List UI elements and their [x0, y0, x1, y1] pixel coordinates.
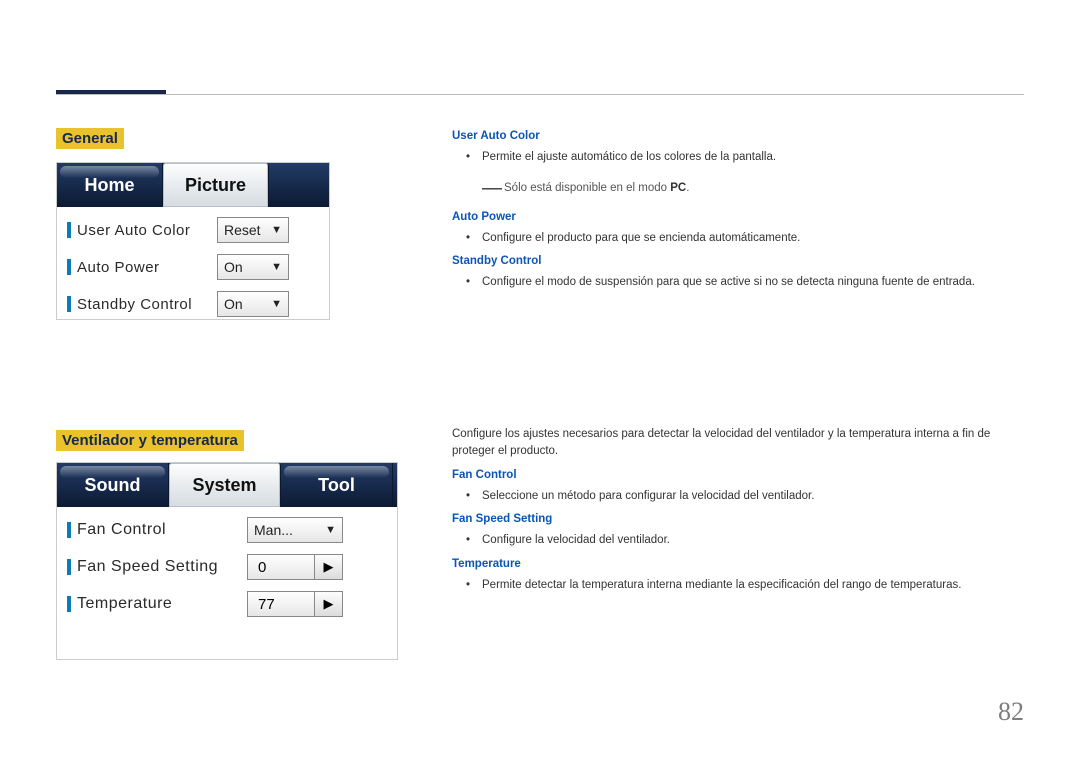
tick-icon	[67, 296, 71, 312]
row-label: Standby Control	[67, 296, 217, 313]
heading-standby-control: Standby Control	[452, 253, 1024, 270]
row-label: Temperature	[67, 595, 247, 613]
page-number: 82	[998, 697, 1024, 727]
tick-icon	[67, 222, 71, 238]
desc-user-auto-color: Permite el ajuste automático de los colo…	[472, 149, 1024, 166]
label-text: Fan Control	[77, 521, 166, 539]
row-standby-control: Standby Control On ▼	[67, 287, 319, 321]
row-label: Fan Speed Setting	[67, 558, 247, 576]
tabs-general: Home Picture	[57, 163, 329, 207]
desc-auto-power: Configure el producto para que se encien…	[472, 230, 1024, 247]
spinner-value: 77	[248, 592, 314, 616]
chevron-down-icon: ▼	[325, 524, 336, 536]
heading-temperature: Temperature	[452, 556, 1024, 573]
screenshot-fan: Sound System Tool Fan Control Man... ▼ Fa…	[56, 462, 398, 660]
dropdown-value: On	[224, 296, 243, 312]
section-heading-general: General	[56, 128, 124, 149]
tick-icon	[67, 596, 71, 612]
tick-icon	[67, 259, 71, 275]
chevron-down-icon: ▼	[271, 224, 282, 236]
note-pc-only: ―Sólo está disponible en el modo PC.	[452, 173, 1024, 203]
spinner-fan-speed[interactable]: 0 ▶	[247, 554, 343, 580]
row-user-auto-color: User Auto Color Reset ▼	[67, 213, 319, 247]
label-text: Fan Speed Setting	[77, 558, 218, 576]
heading-fan-speed: Fan Speed Setting	[452, 511, 1024, 528]
row-fan-control: Fan Control Man... ▼	[67, 513, 387, 547]
label-text: Auto Power	[77, 259, 160, 276]
dropdown-user-auto-color[interactable]: Reset ▼	[217, 217, 289, 243]
dash-icon: ―	[482, 177, 502, 199]
label-text: User Auto Color	[77, 222, 190, 239]
dropdown-standby-control[interactable]: On ▼	[217, 291, 289, 317]
label-text: Temperature	[77, 595, 172, 613]
note-pc: PC	[670, 182, 686, 194]
dropdown-fan-control[interactable]: Man... ▼	[247, 517, 343, 543]
row-label: User Auto Color	[67, 222, 217, 239]
dropdown-value: Reset	[224, 222, 261, 238]
note-text: Sólo está disponible en el modo	[504, 182, 670, 194]
desc-fan-speed: Configure la velocidad del ventilador.	[472, 532, 1024, 549]
tick-icon	[67, 522, 71, 538]
row-temperature: Temperature 77 ▶	[67, 587, 387, 621]
header-rule-light	[56, 94, 1024, 95]
spinner-step-button[interactable]: ▶	[314, 592, 342, 616]
fan-intro: Configure los ajustes necesarios para de…	[452, 426, 1024, 461]
tab-sound[interactable]: Sound	[57, 463, 169, 507]
row-auto-power: Auto Power On ▼	[67, 250, 319, 284]
heading-user-auto-color: User Auto Color	[452, 128, 1024, 145]
spinner-temperature[interactable]: 77 ▶	[247, 591, 343, 617]
tab-system[interactable]: System	[169, 463, 281, 507]
row-label: Fan Control	[67, 521, 247, 539]
tab-picture[interactable]: Picture	[163, 163, 269, 207]
tick-icon	[67, 559, 71, 575]
spinner-value: 0	[248, 555, 314, 579]
dropdown-value: Man...	[254, 522, 293, 538]
dropdown-auto-power[interactable]: On ▼	[217, 254, 289, 280]
desc-temperature: Permite detectar la temperatura interna …	[472, 577, 1024, 594]
row-fan-speed-setting: Fan Speed Setting 0 ▶	[67, 550, 387, 584]
screenshot-general: Home Picture User Auto Color Reset ▼ Auto…	[56, 162, 330, 320]
spinner-step-button[interactable]: ▶	[314, 555, 342, 579]
dropdown-value: On	[224, 259, 243, 275]
row-label: Auto Power	[67, 259, 217, 276]
chevron-down-icon: ▼	[271, 261, 282, 273]
label-text: Standby Control	[77, 296, 192, 313]
desc-standby-control: Configure el modo de suspensión para que…	[472, 274, 1024, 291]
tab-tool[interactable]: Tool	[281, 463, 393, 507]
section-heading-fan: Ventilador y temperatura	[56, 430, 244, 451]
fan-text: Configure los ajustes necesarios para de…	[452, 426, 1024, 600]
heading-fan-control: Fan Control	[452, 467, 1024, 484]
tabs-fan: Sound System Tool	[57, 463, 397, 507]
heading-auto-power: Auto Power	[452, 209, 1024, 226]
note-suffix: .	[686, 182, 689, 194]
chevron-down-icon: ▼	[271, 298, 282, 310]
tab-home[interactable]: Home	[57, 163, 163, 207]
general-text: User Auto Color Permite el ajuste automá…	[452, 128, 1024, 298]
desc-fan-control: Seleccione un método para configurar la …	[472, 488, 1024, 505]
